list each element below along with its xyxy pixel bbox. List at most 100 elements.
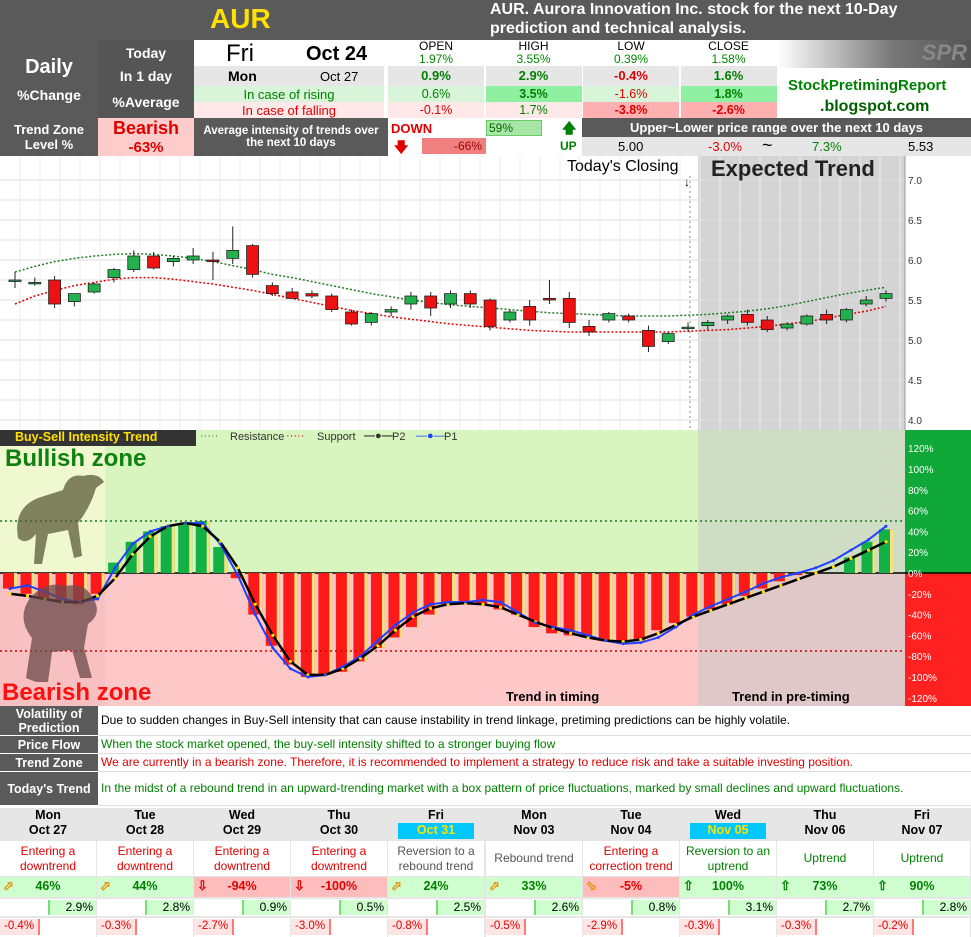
forecast-trend-text: Uptrend <box>874 841 970 876</box>
intensity-bar-highlight <box>592 573 596 638</box>
intensity-bar-highlight <box>609 573 613 641</box>
forecast-down-value: -2.7% <box>198 920 229 932</box>
forecast-intensity-pct: -5% <box>619 879 643 893</box>
candle-body <box>741 313 754 323</box>
candle-body <box>840 309 853 321</box>
intensity-tick-label: 20% <box>908 548 928 559</box>
p1-point <box>849 548 853 552</box>
forecast-down-value: -3.0% <box>295 920 326 932</box>
p1-point <box>866 538 870 542</box>
summary-in1day-value: 0.9% <box>388 66 484 86</box>
p2-point <box>201 524 205 528</box>
summary-columns: OPEN 1.97% 0.9% 0.6% -0.1% HIGH 3.55% 2.9% 3.5% 1… <box>388 40 778 118</box>
p1-point <box>358 654 362 658</box>
summary-today-value: 0.39% <box>583 53 679 66</box>
intensity-box: DOWN 🡇 -66% 59% 🡅 UP <box>388 118 582 156</box>
intensity-bar-highlight <box>627 573 631 644</box>
forecast-down-value: -0.3% <box>101 920 132 932</box>
range-separator: ~ <box>762 135 773 155</box>
p1-point <box>323 673 327 677</box>
forecast-day: Wed <box>228 808 256 822</box>
p1-point <box>586 633 590 637</box>
forecast-up-value: 3.1% <box>745 900 773 914</box>
forecast-intensity-pct: 24% <box>423 879 449 893</box>
p1-point <box>831 559 835 563</box>
candle-body <box>760 319 774 331</box>
p2-point <box>131 552 135 556</box>
range-high-pct: 7.3% <box>812 139 842 154</box>
forecast-day-column: Thu Oct 30 Entering a downtrend ⇩ -100% 0.5% -… <box>291 808 387 937</box>
trendzone-label-2: Level % <box>24 137 74 152</box>
intensity-chart-title: Buy-Sell Intensity Trend <box>0 430 196 446</box>
forecast-trend-text: Entering a correction trend <box>583 841 679 876</box>
avg-intensity-label: Average intensity of trends over the nex… <box>194 118 388 156</box>
p1-point <box>761 581 765 585</box>
forecast-trend-text: Uptrend <box>777 841 873 876</box>
forecast-trend-text: Rebound trend <box>486 841 582 876</box>
forecast-up-value: 2.9% <box>65 900 93 914</box>
forecast-intensity-pct: 33% <box>521 879 547 893</box>
trend-in-pretiming-label: Trend in pre-timing <box>732 689 850 704</box>
intensity-bar-highlight <box>416 573 420 628</box>
candle-body <box>879 293 893 299</box>
forecast-intensity-pct: 73% <box>812 879 838 893</box>
forecast-day-column: Fri Nov 07 Uptrend ⇧ 90% 2.8% -0.2% <box>874 808 970 937</box>
notes-panel: Volatility of Prediction Due to sudden ch… <box>0 706 971 806</box>
p2-point <box>569 631 573 635</box>
p2-point <box>498 605 503 609</box>
forecast-trend-text: Entering a downtrend <box>194 841 290 876</box>
trendzone-level: -63% <box>128 139 164 156</box>
intensity-tick-label: 100% <box>908 465 934 476</box>
candle-body <box>48 279 61 305</box>
range-high: 5.53 <box>908 139 934 154</box>
forecast-date: Oct 28 <box>125 823 165 837</box>
candle-body <box>28 282 42 285</box>
forecast-day: Thu <box>327 808 351 822</box>
forecast-trend-text: Entering a downtrend <box>97 841 193 876</box>
summary-rising-value: 1.8% <box>680 86 777 102</box>
candle-body <box>8 279 22 282</box>
forecast-date: Nov 03 <box>513 823 555 837</box>
candle-body <box>543 297 556 301</box>
p2-point <box>779 583 783 588</box>
note-label: Volatility of Prediction <box>0 706 98 736</box>
avg-intensity-label-2: the next 10 days <box>246 137 336 149</box>
candle-body <box>384 309 398 313</box>
p1-point <box>709 604 713 608</box>
intensity-bar-highlight <box>154 531 158 573</box>
candle-body <box>800 315 814 325</box>
blog-domain[interactable]: .blogspot.com <box>820 98 929 116</box>
p2-point <box>761 590 765 594</box>
legend-p2-marker: —●— <box>364 430 393 442</box>
forecast-down-value: -0.8% <box>392 920 423 932</box>
p1-point <box>481 598 485 602</box>
price-tick-label: 5.5 <box>908 296 922 307</box>
p2-point <box>849 556 853 561</box>
note-label: Today's Trend <box>0 772 98 806</box>
summary-falling-value: -2.6% <box>680 102 777 118</box>
intensity-tick-label: -120% <box>908 694 937 705</box>
intensity-tick-label: -80% <box>908 652 931 663</box>
bull-icon <box>17 474 104 564</box>
falling-label: In case of falling <box>194 102 384 118</box>
range-low: 5.00 <box>618 139 644 154</box>
candle-body <box>463 293 477 305</box>
p2-point <box>796 577 801 581</box>
forecast-day: Tue <box>620 808 642 822</box>
summary-in1day-value: 2.9% <box>485 66 582 86</box>
forecast-day: Wed <box>714 808 742 822</box>
forecast-day-column: Mon Oct 27 Entering a downtrend ⬀ 46% 2.9% -0.… <box>0 808 96 937</box>
candle-body <box>305 293 319 297</box>
price-tick-label: 6.0 <box>908 256 922 267</box>
forecast-intensity-pct: -94% <box>227 879 257 893</box>
note-text: We are currently in a bearish zone. Ther… <box>98 754 971 772</box>
intensity-bar-highlight <box>364 573 368 662</box>
p1-point <box>814 566 818 570</box>
forecast-date: Nov 06 <box>804 823 846 837</box>
blog-name[interactable]: StockPretimingReport <box>788 77 946 94</box>
pretiming-zone-bg <box>698 156 905 430</box>
p2-point <box>481 602 485 606</box>
summary-rising-value: 0.6% <box>388 86 484 102</box>
forecast-up-value: 2.6% <box>551 900 579 914</box>
summary-rising-value: 3.5% <box>485 86 582 102</box>
